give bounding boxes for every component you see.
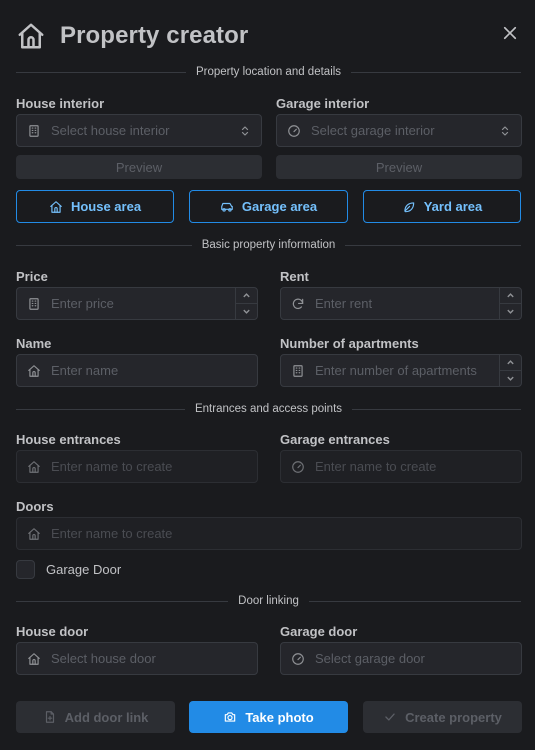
house-door-select[interactable]: Select house door	[16, 642, 258, 675]
refresh-icon	[292, 298, 304, 309]
take-photo-label: Take photo	[245, 709, 314, 725]
garage-door-checkbox-label[interactable]: Garage Door	[46, 562, 121, 577]
house-interior-select[interactable]: Select house interior	[16, 114, 262, 147]
section-divider-entrances: Entrances and access points	[16, 402, 521, 416]
rent-label: Rent	[280, 269, 309, 284]
chevron-up-icon	[507, 360, 514, 365]
yard-area-button[interactable]: Yard area	[363, 190, 521, 223]
decrement-button[interactable]	[500, 370, 521, 386]
create-property-label: Create property	[405, 709, 502, 725]
doors-field[interactable]	[16, 517, 522, 550]
house-area-button[interactable]: House area	[16, 190, 174, 223]
home-icon	[18, 23, 44, 49]
doors-input[interactable]	[51, 526, 521, 541]
camera-icon	[225, 712, 236, 722]
apartments-label: Number of apartments	[280, 336, 419, 351]
section-divider-location: Property location and details	[16, 65, 521, 79]
section-divider-basic: Basic property information	[16, 238, 521, 252]
section-title: Property location and details	[195, 66, 342, 78]
price-field[interactable]	[16, 287, 258, 320]
home-icon	[28, 460, 40, 473]
name-label: Name	[16, 336, 52, 351]
chevron-down-icon	[243, 309, 250, 314]
garage-interior-select[interactable]: Select garage interior	[276, 114, 522, 147]
chevron-down-icon	[507, 376, 514, 381]
house-preview-button[interactable]: Preview	[16, 155, 262, 179]
house-entrances-label: House entrances	[16, 432, 121, 447]
apartments-field[interactable]	[280, 354, 522, 387]
garage-door-checkbox[interactable]	[16, 560, 35, 579]
home-icon	[28, 652, 40, 665]
price-label: Price	[16, 269, 48, 284]
decrement-button[interactable]	[500, 303, 521, 319]
garage-entrances-label: Garage entrances	[280, 432, 390, 447]
name-input[interactable]	[51, 363, 257, 378]
close-icon[interactable]	[501, 24, 519, 42]
selector-icon	[241, 125, 249, 136]
rent-input[interactable]	[315, 296, 499, 311]
section-title: Door linking	[238, 595, 299, 607]
garage-door-placeholder: Select garage door	[315, 651, 425, 666]
take-photo-button[interactable]: Take photo	[189, 701, 348, 733]
garage-entrances-field[interactable]	[280, 450, 522, 483]
leaf-icon	[404, 201, 414, 212]
page-title: Property creator	[60, 22, 249, 49]
building-icon	[293, 364, 303, 377]
gauge-icon	[292, 460, 304, 473]
house-entrances-field[interactable]	[16, 450, 258, 483]
house-entrances-input[interactable]	[51, 459, 257, 474]
garage-door-select[interactable]: Select garage door	[280, 642, 522, 675]
price-stepper[interactable]	[235, 288, 257, 319]
garage-entrances-input[interactable]	[315, 459, 521, 474]
rent-field[interactable]	[280, 287, 522, 320]
file-plus-icon	[45, 711, 54, 723]
chevron-up-icon	[507, 293, 514, 298]
house-door-label: House door	[16, 624, 89, 639]
garage-interior-placeholder: Select garage interior	[311, 123, 435, 138]
name-field[interactable]	[16, 354, 258, 387]
building-icon	[29, 297, 39, 310]
gauge-icon	[288, 124, 300, 137]
house-interior-placeholder: Select house interior	[51, 123, 170, 138]
check-icon	[385, 713, 395, 721]
house-interior-label: House interior	[16, 96, 105, 111]
apartments-stepper[interactable]	[499, 355, 521, 386]
apartments-input[interactable]	[315, 363, 499, 378]
garage-interior-label: Garage interior	[276, 96, 370, 111]
increment-button[interactable]	[236, 288, 257, 303]
gauge-icon	[292, 652, 304, 665]
home-icon	[50, 200, 62, 213]
decrement-button[interactable]	[236, 303, 257, 319]
header: Property creator	[16, 18, 519, 54]
section-title: Basic property information	[201, 239, 336, 251]
garage-door-label: Garage door	[280, 624, 358, 639]
price-input[interactable]	[51, 296, 235, 311]
garage-door-checkbox-row[interactable]: Garage Door	[16, 560, 121, 579]
chevron-down-icon	[507, 309, 514, 314]
home-icon	[28, 364, 40, 377]
house-area-label: House area	[70, 199, 142, 214]
section-title: Entrances and access points	[194, 403, 343, 415]
add-door-link-button[interactable]: Add door link	[16, 701, 175, 733]
rent-stepper[interactable]	[499, 288, 521, 319]
yard-area-label: Yard area	[423, 199, 483, 214]
increment-button[interactable]	[500, 288, 521, 303]
building-icon	[29, 124, 39, 137]
chevron-up-icon	[243, 293, 250, 298]
car-icon	[221, 202, 233, 212]
section-divider-linking: Door linking	[16, 594, 522, 608]
garage-preview-button[interactable]: Preview	[276, 155, 522, 179]
increment-button[interactable]	[500, 355, 521, 370]
selector-icon	[501, 125, 509, 136]
create-property-button[interactable]: Create property	[363, 701, 522, 733]
garage-area-button[interactable]: Garage area	[189, 190, 348, 223]
home-icon	[28, 527, 40, 540]
doors-label: Doors	[16, 499, 54, 514]
house-door-placeholder: Select house door	[51, 651, 156, 666]
add-door-link-label: Add door link	[64, 709, 149, 725]
garage-area-label: Garage area	[241, 199, 318, 214]
